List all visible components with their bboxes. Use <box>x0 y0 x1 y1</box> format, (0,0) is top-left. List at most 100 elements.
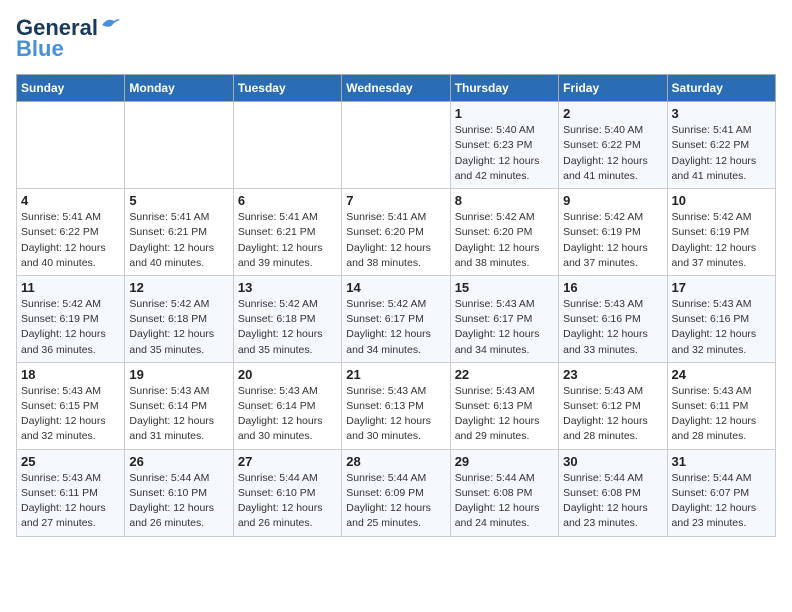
day-cell: 2 Sunrise: 5:40 AM Sunset: 6:22 PM Daylig… <box>559 102 667 189</box>
day-number: 31 <box>672 454 771 469</box>
calendar-table: SundayMondayTuesdayWednesdayThursdayFrid… <box>16 74 776 536</box>
col-header-sunday: Sunday <box>17 75 125 102</box>
col-header-friday: Friday <box>559 75 667 102</box>
day-number: 19 <box>129 367 228 382</box>
week-row-2: 4Sunrise: 5:41 AM Sunset: 6:22 PM Daylig… <box>17 189 776 276</box>
day-cell: 17 Sunrise: 5:43 AM Sunset: 6:16 PM Dayli… <box>667 275 775 362</box>
day-cell: 30Sunrise: 5:44 AM Sunset: 6:08 PM Dayli… <box>559 449 667 536</box>
day-info: Sunrise: 5:43 AM Sunset: 6:17 PM Dayligh… <box>455 297 554 358</box>
day-info: Sunrise: 5:40 AM Sunset: 6:23 PM Dayligh… <box>455 123 554 184</box>
day-cell: 8 Sunrise: 5:42 AM Sunset: 6:20 PM Daylig… <box>450 189 558 276</box>
day-cell: 24Sunrise: 5:43 AM Sunset: 6:11 PM Dayli… <box>667 362 775 449</box>
day-number: 8 <box>455 193 554 208</box>
day-info: Sunrise: 5:42 AM Sunset: 6:19 PM Dayligh… <box>672 210 771 271</box>
day-number: 6 <box>238 193 337 208</box>
day-info: Sunrise: 5:42 AM Sunset: 6:19 PM Dayligh… <box>21 297 120 358</box>
day-cell: 26 Sunrise: 5:44 AM Sunset: 6:10 PM Dayli… <box>125 449 233 536</box>
day-cell: 16 Sunrise: 5:43 AM Sunset: 6:16 PM Dayli… <box>559 275 667 362</box>
day-info: Sunrise: 5:44 AM Sunset: 6:08 PM Dayligh… <box>563 471 662 532</box>
day-info: Sunrise: 5:43 AM Sunset: 6:16 PM Dayligh… <box>563 297 662 358</box>
week-row-1: 1 Sunrise: 5:40 AM Sunset: 6:23 PM Daylig… <box>17 102 776 189</box>
day-number: 12 <box>129 280 228 295</box>
day-info: Sunrise: 5:44 AM Sunset: 6:09 PM Dayligh… <box>346 471 445 532</box>
day-cell: 27 Sunrise: 5:44 AM Sunset: 6:10 PM Dayli… <box>233 449 341 536</box>
day-info: Sunrise: 5:42 AM Sunset: 6:18 PM Dayligh… <box>129 297 228 358</box>
day-info: Sunrise: 5:40 AM Sunset: 6:22 PM Dayligh… <box>563 123 662 184</box>
day-info: Sunrise: 5:41 AM Sunset: 6:21 PM Dayligh… <box>238 210 337 271</box>
day-info: Sunrise: 5:42 AM Sunset: 6:20 PM Dayligh… <box>455 210 554 271</box>
day-number: 28 <box>346 454 445 469</box>
day-number: 29 <box>455 454 554 469</box>
col-header-tuesday: Tuesday <box>233 75 341 102</box>
week-row-5: 25Sunrise: 5:43 AM Sunset: 6:11 PM Dayli… <box>17 449 776 536</box>
day-cell: 29 Sunrise: 5:44 AM Sunset: 6:08 PM Dayli… <box>450 449 558 536</box>
day-cell: 11 Sunrise: 5:42 AM Sunset: 6:19 PM Dayli… <box>17 275 125 362</box>
header-row: SundayMondayTuesdayWednesdayThursdayFrid… <box>17 75 776 102</box>
day-number: 23 <box>563 367 662 382</box>
day-cell: 14 Sunrise: 5:42 AM Sunset: 6:17 PM Dayli… <box>342 275 450 362</box>
day-cell: 3 Sunrise: 5:41 AM Sunset: 6:22 PM Daylig… <box>667 102 775 189</box>
day-cell <box>342 102 450 189</box>
day-cell: 12 Sunrise: 5:42 AM Sunset: 6:18 PM Dayli… <box>125 275 233 362</box>
day-cell: 20 Sunrise: 5:43 AM Sunset: 6:14 PM Dayli… <box>233 362 341 449</box>
day-cell: 4Sunrise: 5:41 AM Sunset: 6:22 PM Daylig… <box>17 189 125 276</box>
day-info: Sunrise: 5:43 AM Sunset: 6:15 PM Dayligh… <box>21 384 120 445</box>
day-info: Sunrise: 5:44 AM Sunset: 6:10 PM Dayligh… <box>129 471 228 532</box>
day-number: 20 <box>238 367 337 382</box>
day-cell: 15Sunrise: 5:43 AM Sunset: 6:17 PM Dayli… <box>450 275 558 362</box>
day-number: 17 <box>672 280 771 295</box>
day-cell <box>17 102 125 189</box>
col-header-wednesday: Wednesday <box>342 75 450 102</box>
day-number: 16 <box>563 280 662 295</box>
day-cell: 31Sunrise: 5:44 AM Sunset: 6:07 PM Dayli… <box>667 449 775 536</box>
day-info: Sunrise: 5:41 AM Sunset: 6:21 PM Dayligh… <box>129 210 228 271</box>
day-cell <box>125 102 233 189</box>
page-header: General Blue <box>16 16 776 62</box>
day-info: Sunrise: 5:44 AM Sunset: 6:08 PM Dayligh… <box>455 471 554 532</box>
day-cell: 28 Sunrise: 5:44 AM Sunset: 6:09 PM Dayli… <box>342 449 450 536</box>
day-info: Sunrise: 5:43 AM Sunset: 6:13 PM Dayligh… <box>455 384 554 445</box>
day-info: Sunrise: 5:43 AM Sunset: 6:16 PM Dayligh… <box>672 297 771 358</box>
day-cell: 23Sunrise: 5:43 AM Sunset: 6:12 PM Dayli… <box>559 362 667 449</box>
day-info: Sunrise: 5:42 AM Sunset: 6:19 PM Dayligh… <box>563 210 662 271</box>
day-cell: 18 Sunrise: 5:43 AM Sunset: 6:15 PM Dayli… <box>17 362 125 449</box>
day-cell: 13Sunrise: 5:42 AM Sunset: 6:18 PM Dayli… <box>233 275 341 362</box>
day-info: Sunrise: 5:43 AM Sunset: 6:14 PM Dayligh… <box>238 384 337 445</box>
day-cell: 6 Sunrise: 5:41 AM Sunset: 6:21 PM Daylig… <box>233 189 341 276</box>
day-number: 24 <box>672 367 771 382</box>
day-cell: 1 Sunrise: 5:40 AM Sunset: 6:23 PM Daylig… <box>450 102 558 189</box>
day-info: Sunrise: 5:44 AM Sunset: 6:10 PM Dayligh… <box>238 471 337 532</box>
day-number: 2 <box>563 106 662 121</box>
day-cell: 5 Sunrise: 5:41 AM Sunset: 6:21 PM Daylig… <box>125 189 233 276</box>
day-number: 5 <box>129 193 228 208</box>
day-number: 18 <box>21 367 120 382</box>
day-number: 22 <box>455 367 554 382</box>
day-number: 13 <box>238 280 337 295</box>
day-number: 14 <box>346 280 445 295</box>
day-cell: 19Sunrise: 5:43 AM Sunset: 6:14 PM Dayli… <box>125 362 233 449</box>
day-info: Sunrise: 5:42 AM Sunset: 6:17 PM Dayligh… <box>346 297 445 358</box>
day-number: 10 <box>672 193 771 208</box>
day-number: 27 <box>238 454 337 469</box>
col-header-monday: Monday <box>125 75 233 102</box>
day-number: 11 <box>21 280 120 295</box>
day-number: 7 <box>346 193 445 208</box>
day-number: 21 <box>346 367 445 382</box>
day-cell: 10 Sunrise: 5:42 AM Sunset: 6:19 PM Dayli… <box>667 189 775 276</box>
day-info: Sunrise: 5:41 AM Sunset: 6:22 PM Dayligh… <box>672 123 771 184</box>
col-header-thursday: Thursday <box>450 75 558 102</box>
day-number: 1 <box>455 106 554 121</box>
day-cell: 7 Sunrise: 5:41 AM Sunset: 6:20 PM Daylig… <box>342 189 450 276</box>
day-cell: 22 Sunrise: 5:43 AM Sunset: 6:13 PM Dayli… <box>450 362 558 449</box>
logo: General Blue <box>16 16 122 62</box>
week-row-4: 18 Sunrise: 5:43 AM Sunset: 6:15 PM Dayli… <box>17 362 776 449</box>
day-info: Sunrise: 5:41 AM Sunset: 6:20 PM Dayligh… <box>346 210 445 271</box>
day-number: 26 <box>129 454 228 469</box>
week-row-3: 11 Sunrise: 5:42 AM Sunset: 6:19 PM Dayli… <box>17 275 776 362</box>
day-number: 3 <box>672 106 771 121</box>
day-cell <box>233 102 341 189</box>
day-number: 25 <box>21 454 120 469</box>
col-header-saturday: Saturday <box>667 75 775 102</box>
logo-blue: Blue <box>16 36 64 62</box>
logo-bird-icon <box>100 15 122 33</box>
